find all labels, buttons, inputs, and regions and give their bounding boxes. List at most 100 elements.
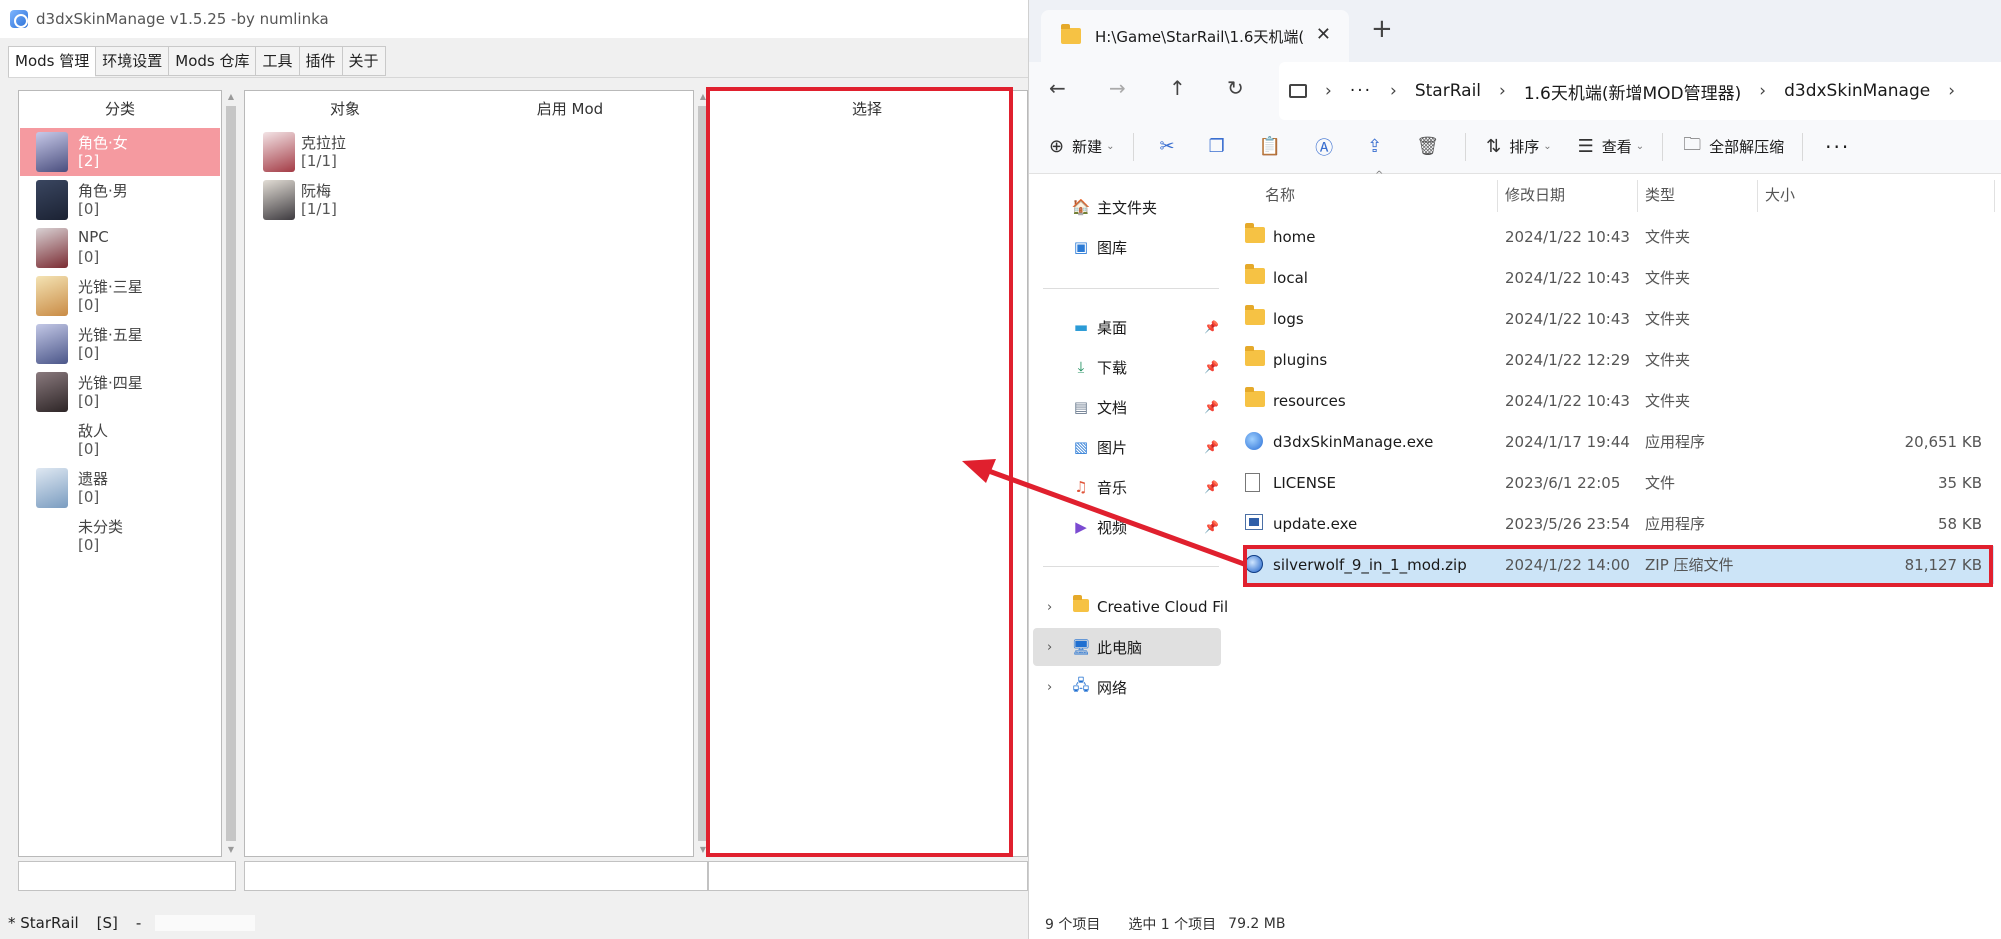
file-row[interactable]: LICENSE 2023/6/1 22:05 文件 35 KB [1243, 464, 1994, 502]
column-divider[interactable] [1637, 180, 1638, 212]
file-row[interactable]: plugins 2024/1/22 12:29 文件夹 [1243, 341, 1994, 379]
tab-mods-repo[interactable]: Mods 仓库 [168, 46, 256, 76]
chevron-right-icon[interactable]: › [1047, 640, 1052, 655]
category-item[interactable]: 敌人 [0] [20, 416, 220, 464]
more-icon[interactable]: ··· [1350, 81, 1372, 101]
status-mode: [S] [96, 914, 118, 932]
object-item[interactable]: 阮梅 [1/1] [263, 176, 463, 224]
nav-network[interactable]: › 🖧 网络 [1029, 668, 1229, 706]
copy-button[interactable]: ❐ [1209, 136, 1233, 157]
category-avatar [36, 180, 68, 220]
object-item[interactable]: 克拉拉 [1/1] [263, 128, 463, 176]
column-divider[interactable] [1994, 180, 1995, 212]
view-button[interactable]: ☰ 查看 ⌄ [1578, 136, 1645, 157]
breadcrumb-starrail[interactable]: StarRail [1415, 81, 1481, 101]
scroll-down-icon[interactable]: ▼ [226, 845, 236, 855]
chevron-right-icon: › [1499, 81, 1506, 101]
object-filter-box[interactable] [244, 861, 708, 891]
category-item[interactable]: 角色·女 [2] [20, 128, 220, 176]
scroll-thumb[interactable] [226, 106, 236, 841]
delete-button[interactable]: 🗑 [1416, 136, 1447, 157]
nav-this-pc[interactable]: › 🖥 此电脑 [1033, 628, 1221, 666]
forward-arrow-icon[interactable]: → [1109, 76, 1126, 100]
category-filter-box[interactable] [18, 861, 236, 891]
up-arrow-icon[interactable]: ↑ [1169, 76, 1186, 100]
pin-icon[interactable]: 📌 [1204, 400, 1219, 414]
nav-desktop[interactable]: ▬ 桌面 📌 [1029, 308, 1229, 346]
file-date: 2024/1/22 12:29 [1505, 351, 1630, 369]
tab-tools[interactable]: 工具 [255, 46, 299, 76]
file-row[interactable]: resources 2024/1/22 10:43 文件夹 [1243, 382, 1994, 420]
back-arrow-icon[interactable]: ← [1049, 76, 1066, 100]
column-divider[interactable] [1497, 180, 1498, 212]
breadcrumb[interactable]: › ··· › StarRail › 1.6天机端(新增MOD管理器) › d3… [1279, 62, 2001, 120]
column-size[interactable]: 大小 [1765, 174, 1795, 216]
share-button[interactable]: ⇪ [1367, 136, 1390, 157]
scroll-up-icon[interactable]: ▲ [226, 92, 236, 102]
object-name: 阮梅 [301, 182, 332, 200]
chevron-right-icon[interactable]: › [1047, 600, 1052, 615]
explorer-tab[interactable]: H:\Game\StarRail\1.6天机端(新 ✕ [1041, 10, 1349, 62]
category-item[interactable]: 光锥·四星 [0] [20, 368, 220, 416]
extract-all-button[interactable]: 🗀 全部解压缩 [1683, 132, 1784, 162]
folder-icon [1245, 305, 1265, 325]
category-item[interactable]: 光锥·三星 [0] [20, 272, 220, 320]
nav-documents[interactable]: ▤ 文档 📌 [1029, 388, 1229, 426]
category-item[interactable]: 光锥·五星 [0] [20, 320, 220, 368]
breadcrumb-d3dx[interactable]: d3dxSkinManage [1784, 81, 1930, 101]
file-type: 文件夹 [1645, 228, 1691, 246]
sort-button[interactable]: ⇅ 排序 ⌄ [1486, 136, 1552, 157]
file-type: 文件夹 [1645, 351, 1691, 369]
nav-videos[interactable]: ▶ 视频 📌 [1029, 508, 1229, 546]
breadcrumb-version[interactable]: 1.6天机端(新增MOD管理器) [1524, 79, 1741, 104]
category-scrollbar[interactable]: ▲ ▼ [224, 90, 238, 857]
chevron-right-icon[interactable]: › [1047, 680, 1052, 695]
pin-icon[interactable]: 📌 [1204, 480, 1219, 494]
file-row-selected[interactable]: silverwolf_9_in_1_mod.zip 2024/1/22 14:0… [1243, 546, 1994, 584]
paste-button[interactable]: 📋 [1259, 136, 1289, 157]
close-icon[interactable]: ✕ [1316, 24, 1331, 45]
category-item[interactable]: NPC [0] [20, 224, 220, 272]
file-row[interactable]: d3dxSkinManage.exe 2024/1/17 19:44 应用程序 … [1243, 423, 1994, 461]
refresh-icon[interactable]: ↻ [1227, 76, 1244, 100]
nav-pictures[interactable]: ▧ 图片 📌 [1029, 428, 1229, 466]
column-divider[interactable] [1757, 180, 1758, 212]
rename-button[interactable]: Ⓐ [1315, 134, 1341, 160]
nav-gallery[interactable]: ▣ 图库 [1029, 228, 1229, 266]
pin-icon[interactable]: 📌 [1204, 520, 1219, 534]
nav-music[interactable]: ♫ 音乐 📌 [1029, 468, 1229, 506]
enabled-mod-header: 启用 Mod [536, 100, 604, 118]
category-item[interactable]: 角色·男 [0] [20, 176, 220, 224]
selection-filter-box[interactable] [708, 861, 1028, 891]
nav-home[interactable]: 🏠 主文件夹 [1029, 188, 1229, 226]
app-status-bar: * StarRail [S] - [0, 907, 1028, 939]
new-tab-icon[interactable]: + [1371, 14, 1393, 44]
explorer-address-bar: ← → ↑ ↻ › ··· › StarRail › 1.6天机端(新增MOD管… [1029, 62, 2001, 120]
file-row[interactable]: update.exe 2023/5/26 23:54 应用程序 58 KB [1243, 505, 1994, 543]
pin-icon[interactable]: 📌 [1204, 360, 1219, 374]
nav-downloads[interactable]: ⤓ 下载 📌 [1029, 348, 1229, 386]
cut-button[interactable]: ✂ [1160, 136, 1183, 157]
new-button[interactable]: ⊕ 新建 ⌄ [1049, 136, 1115, 157]
pin-icon[interactable]: 📌 [1204, 320, 1219, 334]
file-row[interactable]: local 2024/1/22 10:43 文件夹 [1243, 259, 1994, 297]
column-type[interactable]: 类型 [1645, 174, 1675, 216]
explorer-status-bar: 9 个项目 选中 1 个项目 79.2 MB [1029, 908, 2001, 939]
nav-creative-cloud[interactable]: › Creative Cloud Fil [1029, 588, 1229, 626]
category-item[interactable]: 未分类 [0] [20, 512, 220, 560]
category-item[interactable]: 遗器 [0] [20, 464, 220, 512]
file-row[interactable]: home 2024/1/22 10:43 文件夹 [1243, 218, 1994, 256]
tab-about[interactable]: 关于 [341, 46, 386, 76]
tab-environment[interactable]: 环境设置 [95, 46, 169, 76]
category-name: NPC [78, 228, 109, 246]
selection-panel[interactable]: 选择 [706, 90, 1028, 857]
tab-plugins[interactable]: 插件 [298, 46, 342, 76]
pin-icon[interactable]: 📌 [1204, 440, 1219, 454]
item-count: 9 个项目 [1045, 916, 1101, 933]
column-date[interactable]: 修改日期 [1505, 174, 1565, 216]
tab-mods-manage[interactable]: Mods 管理 [8, 46, 96, 78]
more-options-button[interactable]: ··· [1825, 135, 1850, 159]
file-row[interactable]: logs 2024/1/22 10:43 文件夹 [1243, 300, 1994, 338]
file-name: home [1273, 228, 1316, 246]
column-name[interactable]: 名称 [1265, 174, 1295, 216]
